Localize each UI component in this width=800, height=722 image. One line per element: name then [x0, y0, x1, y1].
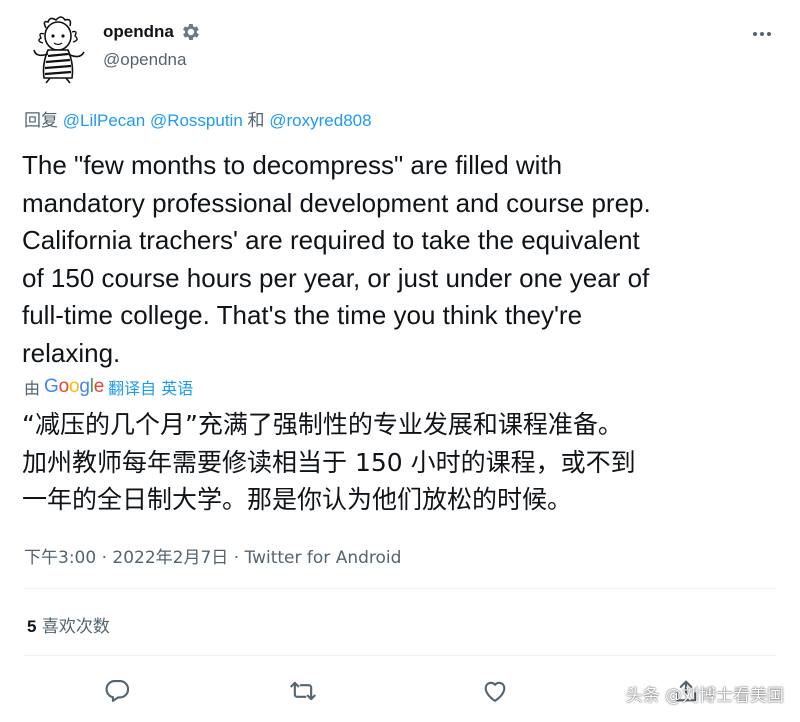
mention-rossputin[interactable]: @Rossputin — [150, 111, 243, 130]
retweet-button[interactable] — [289, 677, 317, 705]
likes-label: 喜欢次数 — [41, 617, 110, 637]
meta-separator: · — [101, 548, 107, 568]
reply-prefix: 回复 — [24, 111, 58, 130]
author-handle[interactable]: @opendna — [103, 50, 186, 70]
tweet-text: The "few months to decompress" are fille… — [22, 150, 651, 368]
tweet-date[interactable]: 2022年2月7日 — [112, 548, 228, 568]
meta-separator-2: · — [233, 548, 240, 568]
more-icon — [752, 32, 773, 36]
translated-from-link[interactable]: 翻译自 英语 — [108, 375, 193, 399]
reply-conjunction: 和 — [247, 111, 265, 130]
avatar[interactable] — [28, 14, 90, 84]
mention-lilpecan[interactable]: @LilPecan — [63, 111, 145, 130]
tweet-card: opendna @opendna 回复 @LilPecan @Rossputin… — [0, 0, 800, 722]
retweet-icon — [290, 681, 316, 701]
author-name[interactable]: opendna — [103, 21, 201, 43]
divider — [24, 588, 776, 589]
more-options-button[interactable] — [748, 24, 776, 44]
author-name-text: opendna — [103, 22, 174, 41]
heart-icon — [484, 681, 506, 702]
divider — [24, 655, 776, 656]
mention-roxyred808[interactable]: @roxyred808 — [269, 111, 371, 130]
translation-attribution: 由 Google 翻译自 英语 — [24, 375, 193, 399]
reply-context: 回复 @LilPecan @Rossputin 和 @roxyred808 — [24, 106, 372, 131]
tweet-meta: 下午3:00 · 2022年2月7日 · Twitter for Android — [24, 543, 401, 568]
like-button[interactable] — [481, 677, 509, 705]
avatar-illustration — [33, 16, 85, 84]
translated-text: “减压的几个月”充满了强制性的专业发展和课程准备。 加州教师每年需要修读相当于 … — [22, 410, 636, 514]
watermark: 头条 @刘博士看美国 — [625, 686, 784, 706]
tweet-client[interactable]: Twitter for Android — [245, 548, 402, 568]
gear-icon — [179, 21, 201, 43]
likes-count: 5 — [27, 617, 37, 636]
reply-icon — [105, 680, 130, 702]
reply-button[interactable] — [103, 677, 131, 705]
google-logo: Google — [44, 376, 105, 397]
likes-count-link[interactable]: 5 喜欢次数 — [27, 612, 110, 637]
translated-by-label: 由 — [24, 379, 41, 398]
tweet-time[interactable]: 下午3:00 — [24, 548, 96, 568]
